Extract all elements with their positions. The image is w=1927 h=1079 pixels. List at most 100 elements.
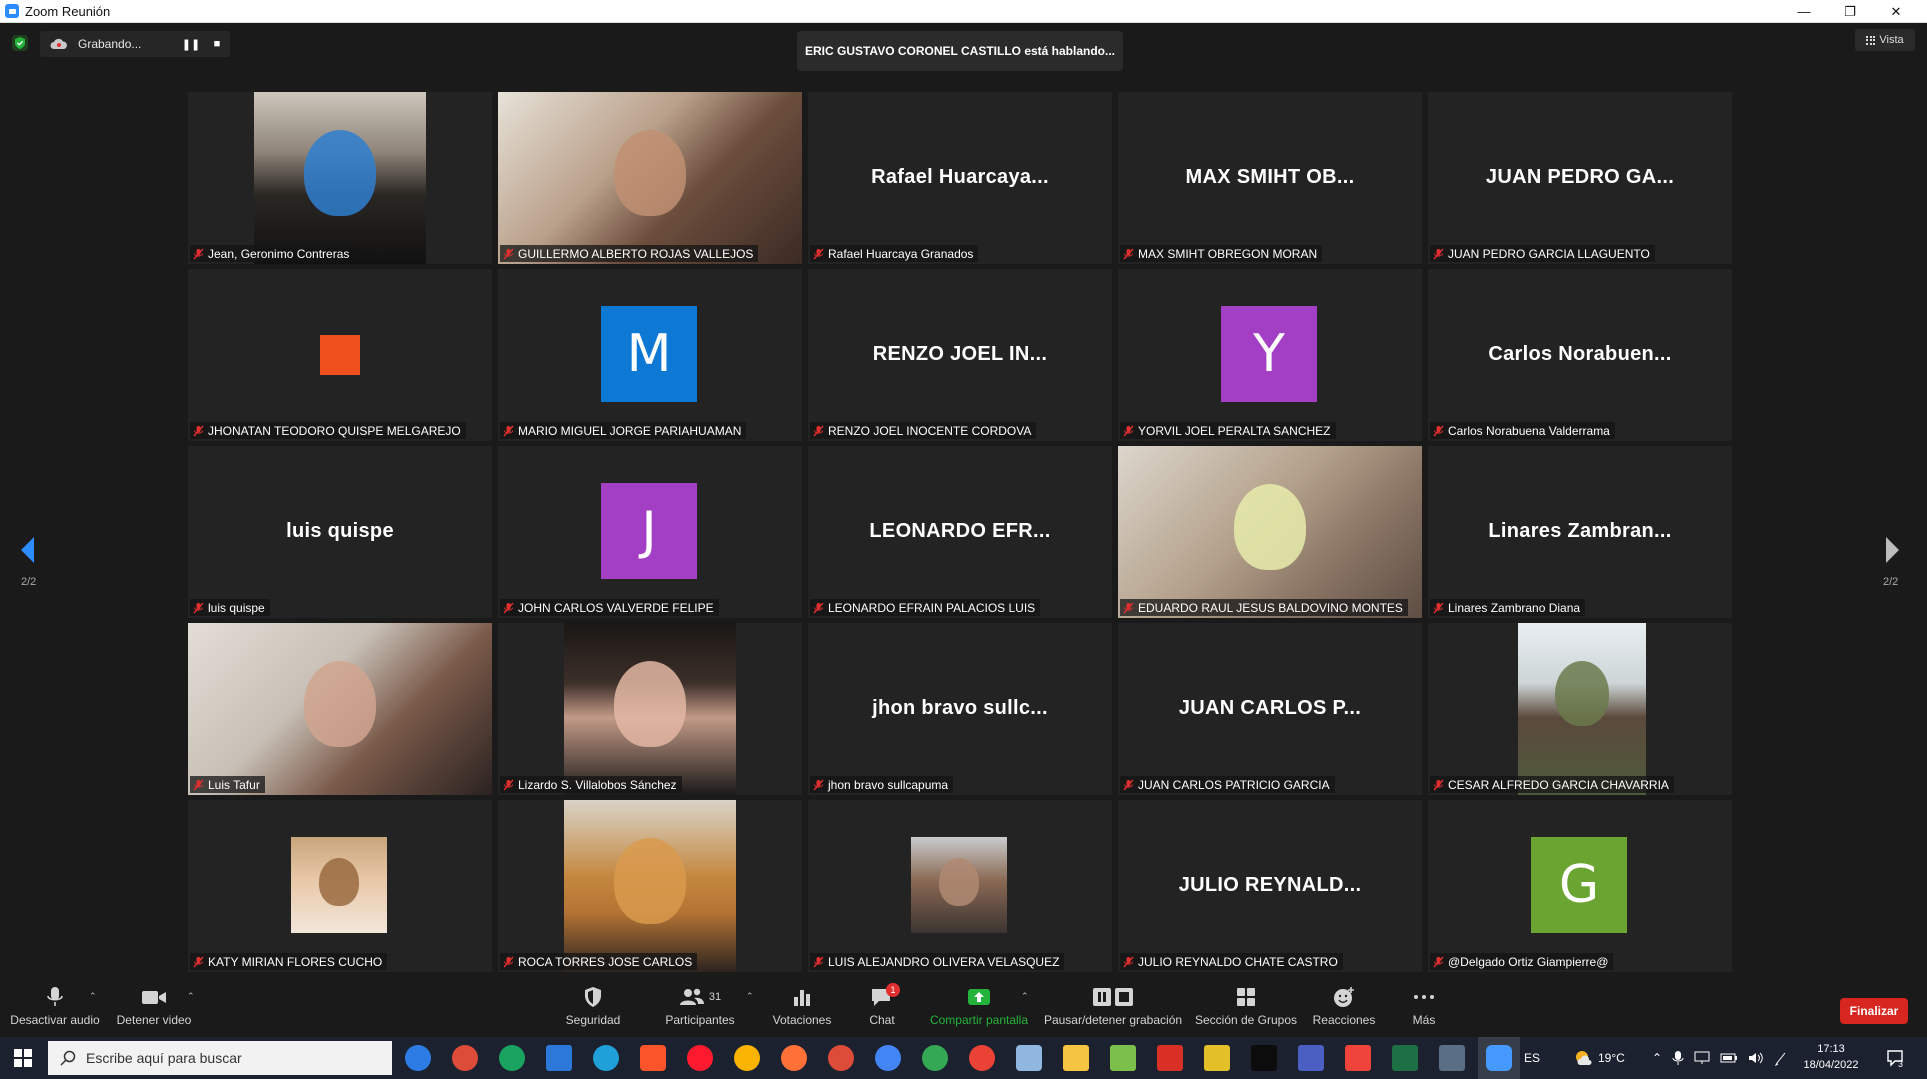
participant-tile[interactable]: KATY MIRIAN FLORES CUCHO <box>188 800 492 972</box>
chrome-icon[interactable] <box>922 1045 948 1071</box>
participant-name-label: jhon bravo sullcapuma <box>810 776 954 793</box>
participant-name-label: JULIO REYNALDO CHATE CASTRO <box>1120 953 1343 970</box>
taskbar-search-box[interactable]: Escribe aquí para buscar <box>48 1041 392 1075</box>
minimize-button[interactable]: — <box>1781 0 1827 23</box>
search-icon <box>60 1050 76 1066</box>
network-icon[interactable] <box>1694 1051 1710 1065</box>
paint-icon[interactable] <box>1016 1045 1042 1071</box>
participant-name: Lizardo S. Villalobos Sánchez <box>518 777 677 792</box>
acrobat-icon[interactable] <box>1157 1045 1183 1071</box>
taskbar-clock[interactable]: 17:13 18/04/2022 <box>1800 1041 1862 1073</box>
edge-icon[interactable] <box>593 1045 619 1071</box>
participant-tile[interactable]: luis quispe luis quispe <box>188 446 492 618</box>
polls-label: Votaciones <box>772 1013 832 1027</box>
firefox-icon[interactable] <box>781 1045 807 1071</box>
windows-start-button[interactable] <box>0 1037 46 1079</box>
participant-tile[interactable]: Y YORVIL JOEL PERALTA SANCHEZ <box>1118 269 1422 441</box>
polls-button[interactable]: Votaciones <box>766 983 838 1033</box>
participant-tile[interactable]: Carlos Norabuen... Carlos Norabuena Valde… <box>1428 269 1732 441</box>
mute-audio-button[interactable]: Desactivar audio <box>10 983 100 1033</box>
pen-icon[interactable] <box>1774 1050 1788 1066</box>
participant-tile[interactable]: Lizardo S. Villalobos Sánchez <box>498 623 802 795</box>
participant-tile[interactable]: JULIO REYNALD... JULIO REYNALDO CHATE CAS… <box>1118 800 1422 972</box>
calculator-icon[interactable] <box>1439 1045 1465 1071</box>
notification-center-button[interactable]: 3 <box>1880 1037 1910 1079</box>
chat-unread-badge: 1 <box>886 983 900 997</box>
language-indicator[interactable]: ES <box>1524 1037 1540 1079</box>
participants-options-caret[interactable]: ⌃ <box>746 991 754 1002</box>
stop-video-button[interactable]: Detener video <box>112 983 196 1033</box>
close-button[interactable]: ✕ <box>1873 0 1919 23</box>
participant-tile[interactable]: LEONARDO EFR... LEONARDO EFRAIN PALACIOS … <box>808 446 1112 618</box>
pause-recording-button[interactable]: ❚❚ <box>178 31 204 57</box>
mail-icon[interactable] <box>546 1045 572 1071</box>
participant-avatar: J <box>601 483 697 579</box>
tray-microphone-icon[interactable] <box>1672 1050 1684 1066</box>
more-button[interactable]: Más <box>1404 983 1444 1033</box>
participant-tile[interactable]: J JOHN CARLOS VALVERDE FELIPE <box>498 446 802 618</box>
tray-expand-caret-icon[interactable]: ⌃ <box>1652 1051 1662 1065</box>
participant-tile[interactable]: Linares Zambran... Linares Zambrano Diana <box>1428 446 1732 618</box>
participant-tile[interactable]: Jean, Geronimo Contreras <box>188 92 492 264</box>
participant-tile[interactable]: Luis Tafur <box>188 623 492 795</box>
participant-tile[interactable]: JHONATAN TEODORO QUISPE MELGAREJO <box>188 269 492 441</box>
chrome-canary-icon[interactable] <box>734 1045 760 1071</box>
audio-options-caret[interactable]: ⌃ <box>89 991 97 1002</box>
participant-tile[interactable]: RENZO JOEL IN... RENZO JOEL INOCENTE CORD… <box>808 269 1112 441</box>
next-page-arrow-icon[interactable] <box>1882 535 1902 565</box>
weather-sun-cloud-icon <box>1576 1051 1592 1065</box>
end-meeting-button[interactable]: Finalizar <box>1840 998 1908 1024</box>
participant-tile[interactable]: JUAN PEDRO GA... JUAN PEDRO GARCIA LLAGUE… <box>1428 92 1732 264</box>
sticky-notes-icon[interactable] <box>1204 1045 1230 1071</box>
participant-tile[interactable]: CESAR ALFREDO GARCIA CHAVARRIA <box>1428 623 1732 795</box>
person-silhouette <box>614 838 686 924</box>
participants-button[interactable]: 31 Participantes <box>658 983 742 1033</box>
participant-tile[interactable]: Rafael Huarcaya... Rafael Huarcaya Granad… <box>808 92 1112 264</box>
weather-widget[interactable]: 19°C <box>1574 1037 1625 1079</box>
participant-tile[interactable]: M MARIO MIGUEL JORGE PARIAHUAMAN <box>498 269 802 441</box>
participant-name-label: Carlos Norabuena Valderrama <box>1430 422 1615 439</box>
view-button[interactable]: Vista <box>1855 29 1915 51</box>
participant-tile[interactable]: LUIS ALEJANDRO OLIVERA VELASQUEZ <box>808 800 1112 972</box>
volume-icon[interactable] <box>1748 1051 1764 1065</box>
chrome-icon[interactable] <box>875 1045 901 1071</box>
participant-name: LEONARDO EFRAIN PALACIOS LUIS <box>828 600 1036 615</box>
participant-tile[interactable]: MAX SMIHT OB... MAX SMIHT OBREGON MORAN <box>1118 92 1422 264</box>
visual-studio-icon[interactable] <box>1298 1045 1324 1071</box>
previous-page-arrow-icon[interactable] <box>18 535 38 565</box>
pause-stop-recording-button[interactable]: Pausar/detener grabación <box>1044 983 1182 1033</box>
anydesk-icon[interactable] <box>1345 1045 1371 1071</box>
participant-name: @Delgado Ortiz Giampierre@ <box>1448 954 1609 969</box>
chrome-icon[interactable] <box>969 1045 995 1071</box>
participant-tile[interactable]: GUILLERMO ALBERTO ROJAS VALLEJOS <box>498 92 802 264</box>
opera-icon[interactable] <box>687 1045 713 1071</box>
chrome-icon[interactable] <box>499 1045 525 1071</box>
participant-avatar: Y <box>1221 306 1317 402</box>
video-options-caret[interactable]: ⌃ <box>187 991 195 1002</box>
terminal-icon[interactable] <box>1251 1045 1277 1071</box>
cortana-icon[interactable] <box>405 1045 431 1071</box>
participant-tile[interactable]: ROCA TORRES JOSE CARLOS <box>498 800 802 972</box>
chrome-icon[interactable] <box>452 1045 478 1071</box>
participant-tile[interactable]: G @Delgado Ortiz Giampierre@ <box>1428 800 1732 972</box>
breakout-rooms-button[interactable]: Sección de Grupos <box>1194 983 1298 1033</box>
reactions-button[interactable]: Reacciones <box>1305 983 1383 1033</box>
participant-tile[interactable]: JUAN CARLOS P... JUAN CARLOS PATRICIO GAR… <box>1118 623 1422 795</box>
file-explorer-icon[interactable] <box>1063 1045 1089 1071</box>
share-screen-button[interactable]: Compartir pantalla <box>926 983 1032 1033</box>
notepad-icon[interactable] <box>1110 1045 1136 1071</box>
excel-icon[interactable] <box>1392 1045 1418 1071</box>
security-button[interactable]: Seguridad <box>556 983 630 1033</box>
participant-tile[interactable]: jhon bravo sullc... jhon bravo sullcapuma <box>808 623 1112 795</box>
chrome-icon[interactable] <box>828 1045 854 1071</box>
stop-recording-button[interactable]: ■ <box>204 31 230 57</box>
chat-button[interactable]: 1 Chat <box>862 983 902 1033</box>
participant-display-name: LEONARDO EFR... <box>869 520 1051 542</box>
share-options-caret[interactable]: ⌃ <box>1021 991 1029 1002</box>
brave-icon[interactable] <box>640 1045 666 1071</box>
participant-tile[interactable]: EDUARDO RAUL JESUS BALDOVINO MONTES <box>1118 446 1422 618</box>
participant-name: JOHN CARLOS VALVERDE FELIPE <box>518 600 714 615</box>
battery-icon[interactable] <box>1720 1052 1738 1064</box>
restore-button[interactable]: ❐ <box>1827 0 1873 23</box>
encryption-shield-icon[interactable] <box>12 35 28 51</box>
